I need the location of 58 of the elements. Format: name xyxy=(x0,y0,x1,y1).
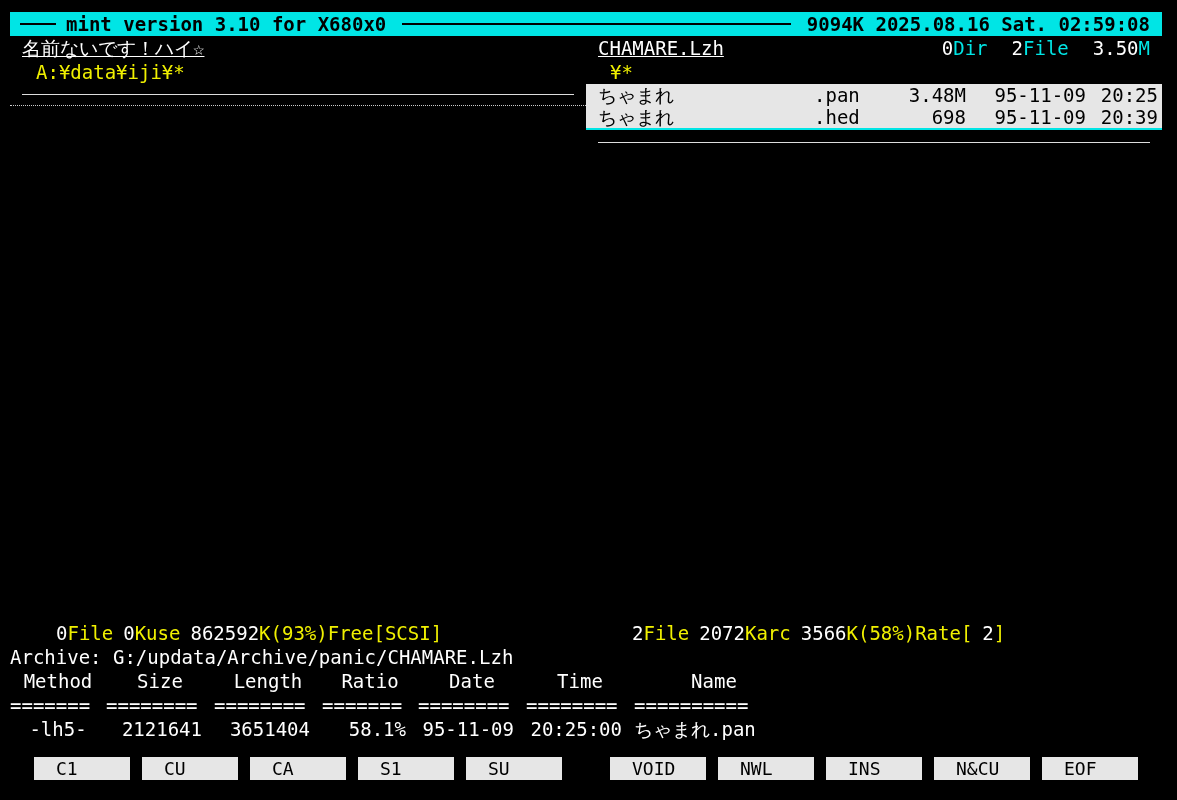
function-key[interactable]: CU xyxy=(142,757,238,780)
file-date: 95-11-09 xyxy=(993,106,1086,128)
count-text: 3.50M xyxy=(1092,36,1150,60)
stat-text: 2File xyxy=(632,621,690,645)
column-header: Name xyxy=(690,669,738,693)
file-size: 698 xyxy=(930,106,966,128)
column-header: Length xyxy=(232,669,304,693)
status-text: 9094K 2025.08.16 Sat. 02:59:08 xyxy=(806,13,1150,35)
table-cell-text: ちゃまれ.pan xyxy=(634,717,757,741)
separator-text: ======== xyxy=(526,693,619,717)
directory-path: ¥* xyxy=(610,60,633,84)
column-header: Time xyxy=(556,669,604,693)
file-name: ちゃまれ xyxy=(598,106,675,128)
function-key[interactable]: S1 xyxy=(358,757,454,780)
function-key[interactable]: EOF xyxy=(1042,757,1138,780)
app-title: mint version 3.10 for X680x0 xyxy=(66,13,387,35)
column-header: Ratio xyxy=(340,669,400,693)
file-date: 95-11-09 xyxy=(993,84,1086,106)
function-key[interactable]: SU xyxy=(466,757,562,780)
directory-path: A:¥data¥iji¥* xyxy=(36,60,185,84)
stat-text: 2] xyxy=(982,621,1006,645)
table-cell-text: 2121641 xyxy=(120,717,203,741)
table-cell-text: 20:25:00 xyxy=(529,717,623,741)
count-text: 0Dir xyxy=(941,36,988,60)
stat-text: 862592K(93%)Free[SCSI] xyxy=(190,621,443,645)
column-header: Date xyxy=(448,669,496,693)
column-header: Size xyxy=(136,669,184,693)
stat-text: 3566K(58%)Rate[ xyxy=(800,621,973,645)
table-cell-text: -lh5- xyxy=(28,717,88,741)
stat-text: 2072Karc xyxy=(699,621,791,645)
function-key[interactable]: N&CU xyxy=(934,757,1030,780)
stat-text: 0File xyxy=(56,621,114,645)
file-name: ちゃまれ xyxy=(598,84,675,106)
archive-name: CHAMARE.Lzh xyxy=(598,36,724,60)
function-key[interactable]: VOID xyxy=(610,757,706,780)
archive-path: Archive: G:/updata/Archive/panic/CHAMARE.Lzh xyxy=(10,645,515,669)
file-extension: .hed xyxy=(814,106,861,128)
function-key[interactable]: C1 xyxy=(34,757,130,780)
function-key[interactable]: CA xyxy=(250,757,346,780)
volume-label: 名前ないです！ハイ☆ xyxy=(22,36,205,60)
column-header: Method xyxy=(22,669,94,693)
file-time: 20:25 xyxy=(1099,84,1158,106)
stat-text: 0Kuse xyxy=(123,621,181,645)
file-size: 3.48M xyxy=(907,84,966,106)
function-key[interactable]: NWL xyxy=(718,757,814,780)
separator-text: ======= xyxy=(322,693,404,717)
separator-text: ======= xyxy=(10,693,92,717)
function-key[interactable]: INS xyxy=(826,757,922,780)
separator-text: ======== xyxy=(214,693,307,717)
file-extension: .pan xyxy=(814,84,861,106)
table-cell-text: 95-11-09 xyxy=(421,717,515,741)
count-text: 2File xyxy=(1011,36,1069,60)
table-cell-text: 3651404 xyxy=(228,717,311,741)
separator-text: ======== xyxy=(418,693,511,717)
separator-text: ========== xyxy=(634,693,750,717)
table-cell-text: 58.1% xyxy=(347,717,407,741)
file-time: 20:39 xyxy=(1099,106,1158,128)
separator-text: ======== xyxy=(106,693,199,717)
